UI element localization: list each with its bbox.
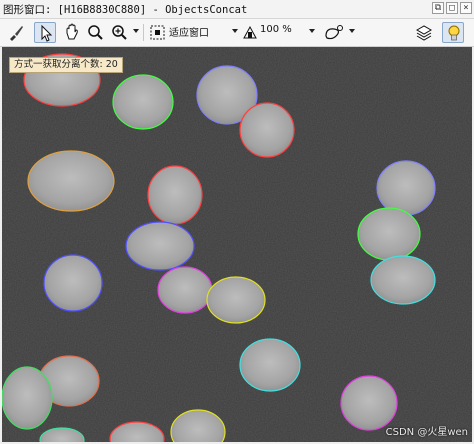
cell-object bbox=[239, 338, 301, 392]
fit-window-button[interactable] bbox=[148, 22, 168, 43]
cell-object bbox=[147, 165, 203, 225]
title-bar: 图形窗口: [H16B8830C880] - ObjectsConcat ⧉ □… bbox=[0, 0, 474, 19]
cell-object bbox=[27, 150, 115, 212]
close-button[interactable]: × bbox=[460, 2, 472, 14]
hand-tool-button[interactable] bbox=[61, 22, 83, 43]
cell-object bbox=[340, 375, 398, 431]
cell-object bbox=[157, 266, 213, 314]
magnify-tool-button[interactable] bbox=[86, 22, 106, 43]
zoom-percent-label[interactable]: 100 % bbox=[260, 24, 292, 35]
cell-object bbox=[43, 254, 103, 312]
region-draw-icon bbox=[325, 25, 343, 40]
zoom-mode-label[interactable]: 适应窗口 bbox=[169, 24, 209, 39]
maximize-button[interactable]: □ bbox=[446, 2, 458, 14]
brush-tool-button[interactable] bbox=[5, 22, 27, 43]
lightbulb-button[interactable] bbox=[442, 22, 464, 43]
window-title: 图形窗口: [H16B8830C880] - ObjectsConcat bbox=[3, 4, 248, 16]
cell-object bbox=[112, 74, 174, 130]
zoom-percent-button[interactable] bbox=[241, 22, 259, 43]
fit-window-icon bbox=[150, 25, 165, 40]
zoom-in-button[interactable] bbox=[110, 22, 130, 43]
cell-object bbox=[239, 102, 295, 158]
cell-object bbox=[376, 160, 436, 216]
cell-object bbox=[370, 255, 436, 305]
cell-object bbox=[2, 366, 53, 430]
watermark: CSDN @火星wen bbox=[385, 427, 468, 438]
zoom-mode-dropdown-caret[interactable] bbox=[232, 29, 238, 33]
lightbulb-icon bbox=[448, 25, 460, 41]
cell-object bbox=[125, 221, 195, 271]
pointer-icon bbox=[41, 24, 53, 42]
cell-image bbox=[2, 47, 472, 442]
hand-icon bbox=[66, 23, 78, 40]
region-draw-dropdown-caret[interactable] bbox=[349, 29, 355, 33]
zoom-percent-dropdown-caret[interactable] bbox=[309, 29, 315, 33]
float-window-button[interactable]: ⧉ bbox=[432, 2, 444, 14]
cell-object bbox=[357, 207, 421, 261]
region-draw-button[interactable] bbox=[322, 22, 346, 43]
magnify-icon bbox=[88, 25, 103, 40]
toolbar-divider bbox=[143, 24, 144, 41]
image-canvas[interactable] bbox=[2, 47, 472, 442]
pointer-tool-button[interactable] bbox=[34, 22, 56, 43]
layers-button[interactable] bbox=[414, 22, 434, 43]
zoom-percent-icon bbox=[243, 25, 257, 39]
zoom-dropdown-caret[interactable] bbox=[133, 29, 139, 33]
layers-icon bbox=[415, 25, 433, 41]
count-message: 方式一获取分离个数: 20 bbox=[9, 57, 123, 73]
toolbar: 适应窗口 100 % bbox=[0, 19, 474, 47]
cell-object bbox=[206, 276, 266, 324]
brush-icon bbox=[10, 26, 23, 41]
zoom-in-icon bbox=[112, 25, 127, 40]
